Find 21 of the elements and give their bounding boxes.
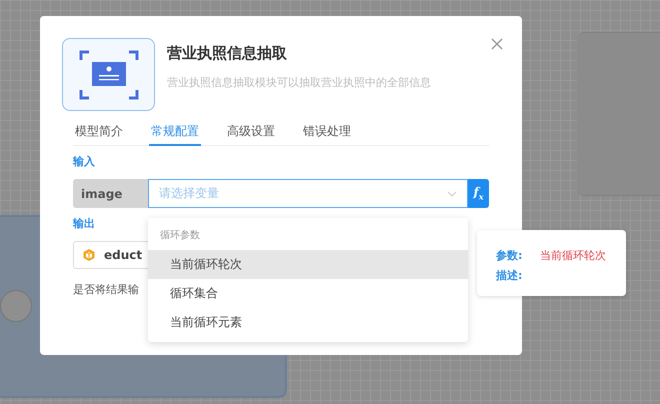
menu-item[interactable]: 当前循环轮次 [148,250,468,279]
group-label: 循环参数 [159,228,200,243]
cube-icon [82,248,96,262]
tooltip-value: 当前循环轮次 [540,248,606,262]
dialog-description: 营业执照信息抽取模块可以抽取营业执照中的全部信息 [167,75,432,90]
menu-item[interactable]: 当前循环元素 [148,308,468,337]
section-label: 输入 [73,154,95,169]
tooltip-label: 参数: [496,248,524,262]
dialog-title: 营业执照信息抽取 [167,44,288,63]
license-scan-icon [62,38,155,111]
tooltip-label: 描述: [496,268,524,282]
close-icon[interactable] [491,38,503,50]
canvas-node[interactable] [577,32,660,196]
tab[interactable]: 错误处理 [301,123,353,146]
chevron-down-icon [447,190,457,196]
option-label: 是否将结果输 [73,282,139,297]
tab[interactable]: 高级设置 [225,123,277,146]
tab[interactable]: 模型简介 [73,123,125,146]
menu-item[interactable]: 循环集合 [148,279,468,308]
parameter-name: image [73,179,148,208]
section-label: 输出 [73,216,95,231]
